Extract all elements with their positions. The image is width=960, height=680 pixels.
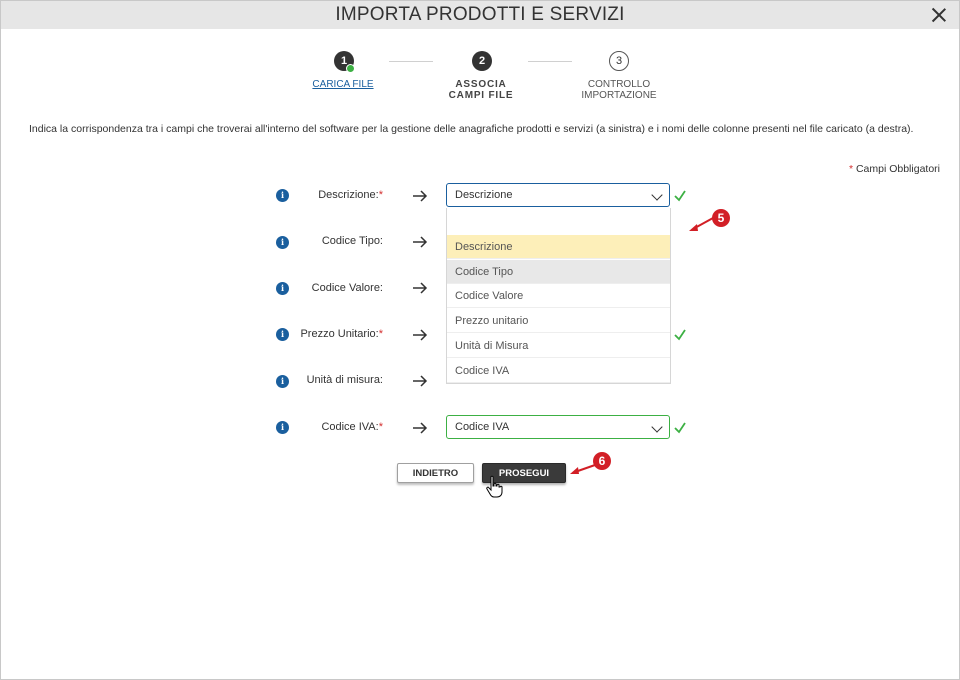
step-separator [389,61,433,62]
arrow-right-icon [413,236,428,248]
dialog-titlebar: IMPORTA PRODOTTI E SERVIZI [1,1,959,29]
valid-check-icon [674,422,686,434]
dropdown-list: Descrizione Codice Tipo Codice Valore Pr… [446,208,671,384]
chevron-down-icon [651,189,663,201]
step-3-label-line2: IMPORTAZIONE [581,90,657,101]
valid-check-icon [674,190,686,202]
step-2-label-line1: ASSOCIA [455,79,507,90]
import-dialog: IMPORTA PRODOTTI E SERVIZI 1 CARICA FILE… [0,0,960,680]
annotation-badge-5: 5 [712,209,730,227]
select-codice-iva[interactable]: Codice IVA [446,415,670,439]
step-separator [528,61,572,62]
valid-check-icon [674,329,686,341]
arrow-right-icon [413,422,428,434]
step-2-circle: 2 [472,51,492,71]
dropdown-option[interactable]: Codice Valore [447,284,670,308]
field-label-unita-misura: Unità di misura: [306,374,383,386]
select-descrizione[interactable]: Descrizione [446,183,670,207]
arrow-right-icon [413,375,428,387]
field-label-prezzo-unitario: Prezzo Unitario:* [300,328,383,340]
required-star: * [848,163,854,175]
dropdown-option[interactable]: Codice IVA [447,359,670,383]
arrow-right-icon [413,282,428,294]
arrow-right-icon [413,329,428,341]
dialog-title: IMPORTA PRODOTTI E SERVIZI [335,4,625,25]
step-3-circle: 3 [609,51,629,71]
annotation-badge-6: 6 [593,452,611,470]
back-button[interactable]: INDIETRO [397,463,474,483]
step-1-label[interactable]: CARICA FILE [283,79,403,90]
required-note-text: Campi Obbligatori [855,163,940,175]
field-label-codice-iva: Codice IVA:* [321,421,383,433]
dropdown-option[interactable]: Unità di Misura [447,334,670,358]
required-fields-note: * Campi Obbligatori [849,163,940,175]
dropdown-option[interactable]: Prezzo unitario [447,309,670,333]
select-value: Codice IVA [455,421,510,433]
chevron-down-icon [651,421,663,433]
arrow-right-icon [413,190,428,202]
step-1-check-icon [346,64,355,73]
field-label-codice-tipo: Codice Tipo: [321,235,383,247]
dropdown-option[interactable]: Codice Tipo [447,260,670,284]
dropdown-search-input[interactable] [447,208,670,234]
dropdown-option[interactable]: Descrizione [447,235,670,259]
close-icon[interactable] [929,5,949,25]
intro-text: Indica la corrispondenza tra i campi che… [29,123,914,135]
step-3-label-line1: CONTROLLO [587,79,651,90]
select-value: Descrizione [455,189,513,201]
field-label-codice-valore: Codice Valore: [311,282,383,294]
hand-cursor-icon [486,475,503,498]
field-label-descrizione: Descrizione:* [318,189,383,201]
step-2-label-line2: CAMPI FILE [448,90,514,101]
